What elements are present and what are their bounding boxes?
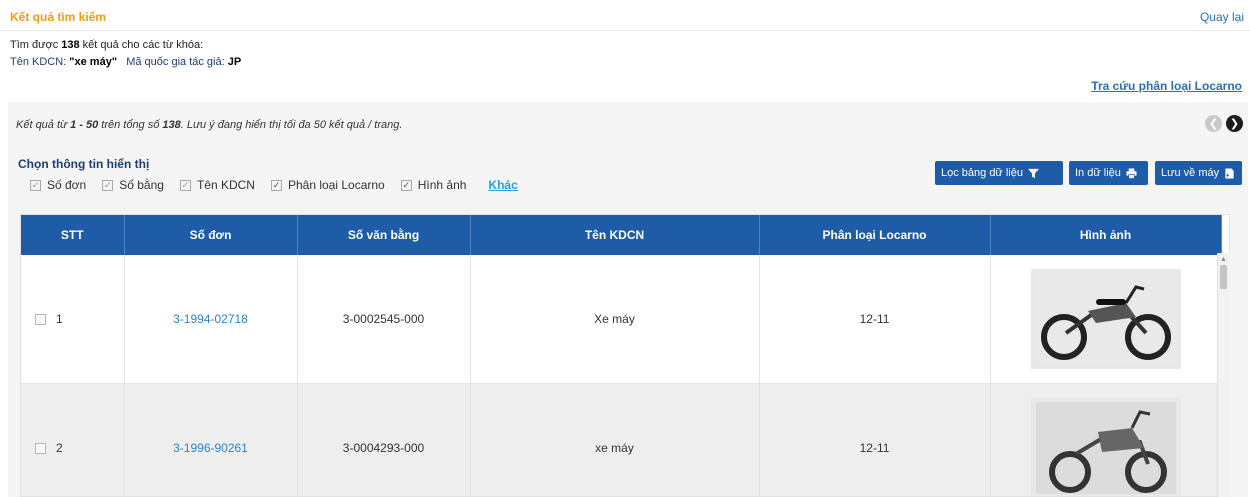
option-so-don[interactable]: ✓ Số đơn — [30, 178, 86, 192]
locarno-lookup-link[interactable]: Tra cứu phân loại Locarno — [1091, 79, 1242, 93]
row-number: 1 — [56, 312, 63, 326]
found-prefix: Tìm được — [10, 39, 62, 51]
application-number-link[interactable]: 3-1994-02718 — [173, 312, 248, 326]
motorcycle-thumbnail-icon — [1035, 402, 1176, 494]
checkbox[interactable]: ✓ — [30, 179, 41, 191]
scrollbar-thumb[interactable] — [1220, 265, 1227, 289]
cell-name: xe máy — [470, 383, 760, 496]
found-suffix: kết quả cho các từ khóa: — [79, 39, 204, 51]
row-checkbox[interactable] — [35, 314, 46, 326]
print-data-button[interactable]: In dữ liệu — [1069, 161, 1148, 185]
save-file-icon — [1225, 167, 1234, 179]
result-count-text: Tìm được 138 kết quả cho các từ khóa: — [10, 39, 203, 51]
option-so-bang[interactable]: ✓ Số bằng — [102, 178, 164, 192]
cell-image — [990, 383, 1222, 496]
option-hinh-anh[interactable]: ✓ Hình ảnh — [400, 178, 467, 192]
motorcycle-image[interactable] — [1030, 269, 1181, 369]
option-label: Hình ảnh — [417, 178, 467, 192]
table-scrollbar[interactable] — [1217, 253, 1230, 497]
printer-icon — [1126, 167, 1137, 179]
option-label: Tên KDCN — [196, 178, 255, 192]
option-label: Số đơn — [47, 178, 87, 192]
cell-stt: 2 — [21, 383, 125, 496]
summary-p1: Kết quả từ — [16, 119, 71, 131]
summary-range: 1 - 50 — [70, 119, 99, 131]
checkbox[interactable]: ✓ — [270, 179, 282, 191]
chevron-left-icon: ❮ — [1208, 118, 1219, 130]
table-row: 1 3-1994-02718 3-0002545-000 Xe máy 12-1… — [21, 255, 1222, 384]
motorcycle-image[interactable] — [1030, 398, 1181, 496]
cell-app-no: 3-1996-90261 — [124, 383, 298, 496]
cell-locarno: 12-11 — [759, 383, 991, 496]
display-options: ✓ Số đơn ✓ Số bằng ✓ Tên KDCN ✓ Phân loạ… — [30, 178, 518, 192]
display-options-title: Chọn thông tin hiển thị — [18, 157, 150, 171]
filter-icon — [1027, 168, 1039, 178]
other-options-link[interactable]: Khác — [488, 178, 517, 192]
filter-table-button[interactable]: Lọc bảng dữ liệu — [935, 161, 1063, 185]
found-count: 138 — [61, 39, 80, 51]
column-header-locarno[interactable]: Phân loại Locarno — [759, 215, 991, 255]
search-criteria: Tên KDCN: "xe máy" Mã quốc gia tác giả: … — [10, 56, 241, 68]
row-checkbox[interactable] — [35, 443, 46, 455]
column-header-so-don[interactable]: Số đơn — [124, 215, 298, 255]
option-label: Phân loại Locarno — [287, 178, 385, 192]
page-title: Kết quả tìm kiếm — [10, 10, 107, 24]
save-to-computer-button[interactable]: Lưu về máy — [1155, 161, 1242, 185]
print-label: In dữ liệu — [1075, 167, 1121, 179]
option-locarno[interactable]: ✓ Phân loại Locarno — [270, 178, 385, 192]
application-number-link[interactable]: 3-1996-90261 — [173, 441, 248, 455]
table-row: 2 3-1996-90261 3-0004293-000 xe máy 12-1… — [21, 383, 1222, 496]
column-header-ten-kdcn[interactable]: Tên KDCN — [470, 215, 760, 255]
checkbox[interactable]: ✓ — [400, 179, 412, 191]
chevron-right-icon: ❯ — [1229, 118, 1240, 130]
column-header-so-van-bang[interactable]: Số văn bằng — [297, 215, 471, 255]
pager-prev-button[interactable]: ❮ — [1205, 115, 1222, 132]
results-summary: Kết quả từ 1 - 50 trên tổng số 138. Lưu … — [16, 119, 402, 131]
cell-stt: 1 — [21, 255, 125, 384]
cell-cert-no: 3-0004293-000 — [297, 383, 471, 496]
row-number: 2 — [56, 441, 63, 455]
motorcycle-thumbnail-icon — [1035, 273, 1176, 365]
back-link[interactable]: Quay lại — [1200, 10, 1244, 24]
column-header-stt[interactable]: STT — [21, 215, 125, 255]
results-table-wrapper: STT Số đơn Số văn bằng Tên KDCN Phân loạ… — [20, 214, 1230, 497]
name-value: "xe máy" — [69, 56, 118, 68]
summary-p2: trên tổng số — [98, 119, 163, 131]
column-header-hinh-anh[interactable]: Hình ảnh — [990, 215, 1222, 255]
cell-name: Xe máy — [470, 255, 760, 384]
cell-cert-no: 3-0002545-000 — [297, 255, 471, 384]
scroll-up-arrow-icon[interactable]: ▲ — [1220, 256, 1227, 263]
country-label: Mã quốc gia tác giả: — [126, 56, 228, 68]
name-label: Tên KDCN: — [10, 56, 70, 68]
checkbox[interactable]: ✓ — [102, 179, 114, 191]
cell-app-no: 3-1994-02718 — [124, 255, 298, 384]
save-label: Lưu về máy — [1161, 167, 1220, 179]
summary-total: 138 — [162, 119, 181, 131]
filter-label: Lọc bảng dữ liệu — [941, 167, 1023, 179]
cell-image — [990, 255, 1222, 384]
cell-locarno: 12-11 — [759, 255, 991, 384]
option-ten-kdcn[interactable]: ✓ Tên KDCN — [179, 178, 255, 192]
top-bar — [0, 0, 1250, 31]
pager-next-button[interactable]: ❯ — [1226, 115, 1243, 132]
option-label: Số bằng — [119, 178, 164, 192]
country-value: JP — [227, 56, 242, 68]
results-table: STT Số đơn Số văn bằng Tên KDCN Phân loạ… — [21, 215, 1222, 496]
summary-p3: . Lưu ý đang hiển thị tối đa 50 kết quả … — [180, 119, 403, 131]
table-header-row: STT Số đơn Số văn bằng Tên KDCN Phân loạ… — [21, 215, 1222, 255]
checkbox[interactable]: ✓ — [179, 179, 191, 191]
